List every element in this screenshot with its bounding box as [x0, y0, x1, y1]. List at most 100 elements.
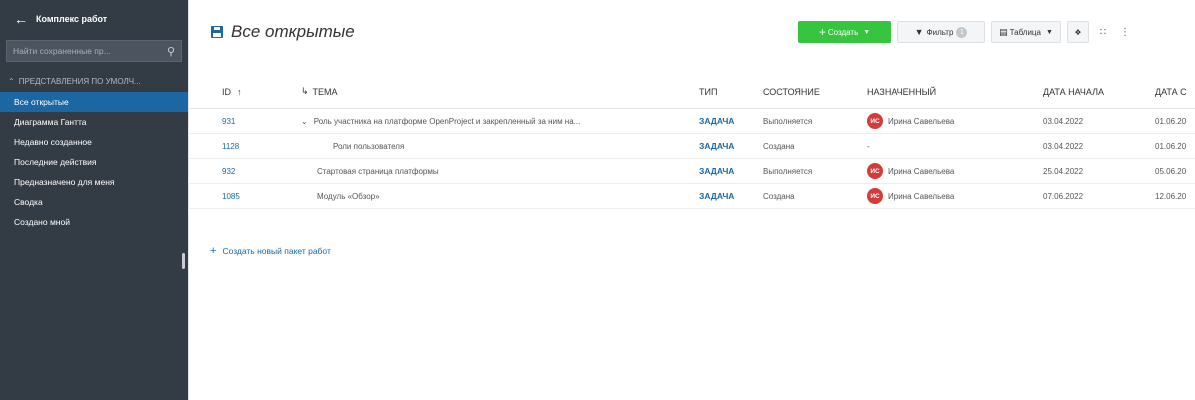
fullscreen-icon[interactable]: ∷ [1095, 21, 1111, 43]
search-icon[interactable]: ⚲ [167, 45, 175, 58]
subject-text: Роль участника на платформе OpenProject … [313, 116, 581, 126]
row-assignee[interactable]: ИС Ирина Савельева [867, 109, 1037, 133]
row-id[interactable]: 932 [222, 159, 292, 183]
chevron-down-icon: ▼ [863, 28, 871, 36]
view-mode-button[interactable]: ▤ Таблица ▼ [991, 21, 1061, 43]
search-placeholder: Найти сохраненные пр... [13, 46, 111, 56]
column-header-subject[interactable]: ↳ ТЕМА [301, 75, 691, 108]
row-due-date[interactable]: 01.06.20 [1155, 109, 1195, 133]
table-row[interactable]: 1128 Роли пользователя ЗАДАЧА Создана - … [189, 134, 1195, 159]
row-due-date[interactable]: 01.06.20 [1155, 134, 1195, 158]
start-date-text: 03.04.2022 [1043, 141, 1084, 151]
subject-text: Роли пользователя [333, 141, 405, 151]
status-text: Выполняется [763, 166, 813, 176]
avatar: ИС [867, 113, 883, 129]
save-icon[interactable] [211, 26, 223, 38]
type-text: ЗАДАЧА [699, 166, 735, 176]
hierarchy-icon[interactable]: ↳ [301, 86, 309, 97]
sidebar-section-default-views[interactable]: ⌃ ПРЕДСТАВЛЕНИЯ ПО УМОЛЧ... [0, 74, 188, 88]
sidebar-item-assigned-to-me[interactable]: Предназначено для меня [0, 172, 188, 192]
sidebar-header: ← Комплекс работ [0, 0, 188, 38]
start-date-text: 03.04.2022 [1043, 116, 1084, 126]
column-header-start-date[interactable]: ДАТА НАЧАЛА [1043, 75, 1153, 108]
row-subject[interactable]: ⌄ Роль участника на платформе OpenProjec… [301, 109, 691, 133]
row-start-date[interactable]: 07.06.2022 [1043, 184, 1153, 208]
sidebar-item-recently-created[interactable]: Недавно созданное [0, 132, 188, 152]
id-link[interactable]: 932 [222, 167, 235, 176]
status-text: Выполняется [763, 116, 813, 126]
sidebar-item-label: Предназначено для меня [14, 177, 115, 187]
table-row[interactable]: 1085 Модуль «Обзор» ЗАДАЧА Создана ИС Ир… [189, 184, 1195, 209]
row-assignee[interactable]: ИС Ирина Савельева [867, 159, 1037, 183]
row-subject[interactable]: Стартовая страница платформы [301, 159, 691, 183]
sidebar-resize-handle[interactable] [182, 253, 185, 269]
filter-button[interactable]: ▼ Фильтр 1 [897, 21, 985, 43]
row-type[interactable]: ЗАДАЧА [699, 184, 755, 208]
start-date-text: 07.06.2022 [1043, 191, 1084, 201]
column-label: ДАТА С [1155, 86, 1187, 97]
sidebar-item-summary[interactable]: Сводка [0, 192, 188, 212]
add-work-package-link[interactable]: + Создать новый пакет работ [210, 245, 331, 257]
row-id[interactable]: 1085 [222, 184, 292, 208]
row-status[interactable]: Выполняется [763, 109, 863, 133]
due-date-text: 05.06.20 [1155, 166, 1187, 176]
table-row[interactable]: 931 ⌄ Роль участника на платформе OpenPr… [189, 109, 1195, 134]
row-id[interactable]: 931 [222, 109, 292, 133]
column-header-due-date[interactable]: ДАТА С [1155, 75, 1195, 108]
toolbar: + Создать ▼ ▼ Фильтр 1 ▤ Таблица ▼ ❖ ∷ ⋮ [798, 21, 1139, 43]
table-icon: ▤ [999, 26, 1008, 37]
row-subject[interactable]: Роли пользователя [301, 134, 691, 158]
row-type[interactable]: ЗАДАЧА [699, 134, 755, 158]
due-date-text: 01.06.20 [1155, 116, 1187, 126]
row-start-date[interactable]: 25.04.2022 [1043, 159, 1153, 183]
id-link[interactable]: 1085 [222, 192, 240, 201]
column-header-id[interactable]: ID ↑ [222, 75, 292, 108]
sidebar-item-created-by-me[interactable]: Создано мной [0, 212, 188, 232]
row-due-date[interactable]: 12.06.20 [1155, 184, 1195, 208]
row-assignee[interactable]: ИС Ирина Савельева [867, 184, 1037, 208]
row-type[interactable]: ЗАДАЧА [699, 159, 755, 183]
row-type[interactable]: ЗАДАЧА [699, 109, 755, 133]
row-assignee[interactable]: - [867, 134, 1037, 158]
sidebar-item-all-open[interactable]: Все открытые [0, 92, 188, 112]
row-start-date[interactable]: 03.04.2022 [1043, 109, 1153, 133]
row-id[interactable]: 1128 [222, 134, 292, 158]
sidebar: ← Комплекс работ Найти сохраненные пр...… [0, 0, 189, 400]
sidebar-item-latest-activity[interactable]: Последние действия [0, 152, 188, 172]
filter-count-badge: 1 [956, 26, 968, 38]
arrow-left-icon[interactable]: ← [14, 11, 36, 27]
column-header-assignee[interactable]: НАЗНАЧЕННЫЙ [867, 75, 1037, 108]
column-header-status[interactable]: СОСТОЯНИЕ [763, 75, 863, 108]
view-mode-label: Таблица [1009, 27, 1041, 37]
table-row[interactable]: 932 Стартовая страница платформы ЗАДАЧА … [189, 159, 1195, 184]
id-link[interactable]: 931 [222, 117, 235, 126]
sidebar-item-gantt[interactable]: Диаграмма Гантта [0, 112, 188, 132]
info-icon[interactable]: ❖ [1067, 21, 1089, 43]
filter-button-label: Фильтр [926, 27, 954, 37]
row-status[interactable]: Выполняется [763, 159, 863, 183]
avatar: ИС [867, 163, 883, 179]
sidebar-item-label: Недавно созданное [14, 137, 92, 147]
collapse-icon[interactable]: ⌄ [301, 117, 308, 126]
create-button-label: Создать [827, 27, 859, 37]
row-status[interactable]: Создана [763, 134, 863, 158]
column-label: ID [222, 86, 231, 97]
sort-ascending-icon: ↑ [237, 86, 242, 97]
more-vertical-icon[interactable]: ⋮ [1117, 21, 1133, 43]
search-input[interactable]: Найти сохраненные пр... ⚲ [6, 40, 182, 62]
column-header-type[interactable]: ТИП [699, 75, 755, 108]
id-link[interactable]: 1128 [222, 142, 239, 151]
due-date-text: 12.06.20 [1155, 191, 1187, 201]
filter-icon: ▼ [914, 27, 924, 37]
sidebar-title[interactable]: Комплекс работ [36, 14, 107, 24]
row-status[interactable]: Создана [763, 184, 863, 208]
row-start-date[interactable]: 03.04.2022 [1043, 134, 1153, 158]
row-due-date[interactable]: 05.06.20 [1155, 159, 1195, 183]
page-header: Все открытые + Создать ▼ ▼ Фильтр 1 ▤ Та… [189, 0, 1195, 68]
sidebar-item-label: Последние действия [14, 157, 97, 167]
sidebar-item-label: Сводка [14, 197, 43, 207]
row-subject[interactable]: Модуль «Обзор» [301, 184, 691, 208]
type-text: ЗАДАЧА [699, 116, 735, 126]
start-date-text: 25.04.2022 [1043, 166, 1084, 176]
create-button[interactable]: + Создать ▼ [798, 21, 891, 43]
